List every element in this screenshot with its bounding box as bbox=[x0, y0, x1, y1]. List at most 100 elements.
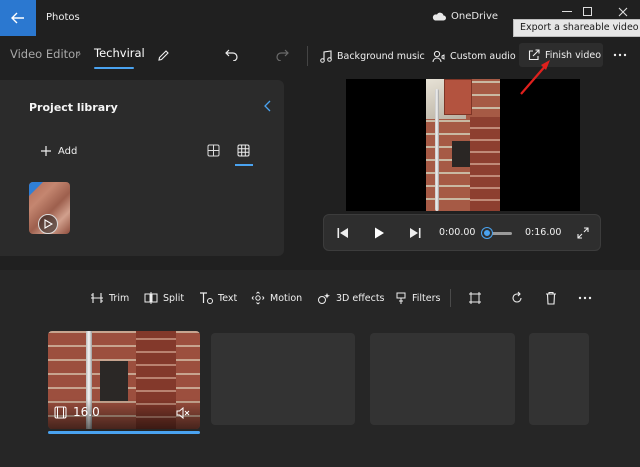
custom-audio-label: Custom audio bbox=[450, 50, 516, 62]
onedrive-label: OneDrive bbox=[451, 11, 499, 22]
storyboard-divider bbox=[450, 289, 451, 307]
speaker-muted-icon bbox=[176, 407, 190, 419]
skip-back-icon bbox=[337, 228, 348, 238]
add-text-icon bbox=[200, 292, 213, 304]
toolbar-divider bbox=[307, 46, 308, 66]
storyboard-panel: Trim Split Text Motion 3D effects Filter… bbox=[0, 270, 640, 467]
fullscreen-button[interactable] bbox=[576, 226, 590, 240]
trim-label: Trim bbox=[109, 292, 130, 304]
split-label: Split bbox=[163, 292, 185, 304]
annotation-arrow-icon bbox=[520, 60, 550, 95]
person-audio-icon bbox=[432, 50, 445, 62]
empty-clip-slot bbox=[370, 333, 515, 425]
clip-selected-indicator bbox=[48, 431, 200, 434]
project-library-panel: Project library Add bbox=[0, 80, 284, 256]
clip-duration-value: 16.0 bbox=[73, 405, 100, 419]
empty-clip-slot bbox=[211, 333, 355, 425]
split-button[interactable]: Split bbox=[144, 290, 184, 306]
undo-icon bbox=[225, 49, 238, 61]
preview-rod bbox=[435, 89, 439, 211]
sparkle-effects-icon bbox=[318, 292, 330, 304]
3d-effects-label: 3D effects bbox=[336, 292, 385, 304]
crop-button[interactable] bbox=[467, 290, 483, 306]
split-icon bbox=[144, 292, 158, 304]
rotate-icon bbox=[512, 291, 522, 303]
maximize-icon bbox=[583, 7, 592, 16]
redo-button[interactable] bbox=[273, 46, 291, 64]
clip-mute-button[interactable] bbox=[176, 407, 190, 419]
clip-hole bbox=[100, 361, 128, 401]
breadcrumb-separator: › bbox=[77, 47, 82, 60]
more-options-button[interactable] bbox=[611, 46, 629, 64]
delete-button[interactable] bbox=[543, 290, 559, 306]
library-video-thumbnail[interactable] bbox=[29, 182, 70, 234]
play-button[interactable] bbox=[372, 226, 386, 240]
more-dots-icon bbox=[613, 53, 627, 57]
music-note-icon bbox=[320, 49, 332, 63]
added-indicator bbox=[29, 182, 43, 196]
small-grid-view-button[interactable] bbox=[207, 144, 221, 158]
motion-button[interactable]: Motion bbox=[251, 290, 302, 306]
expand-icon bbox=[577, 227, 589, 239]
seek-slider-thumb[interactable] bbox=[482, 228, 492, 238]
current-time: 0:00.00 bbox=[439, 227, 476, 238]
motion-icon bbox=[251, 291, 265, 305]
rotate-button[interactable] bbox=[509, 290, 525, 306]
video-frame-icon bbox=[54, 406, 67, 418]
large-grid-view-button[interactable] bbox=[237, 144, 251, 158]
rename-button[interactable] bbox=[154, 46, 172, 64]
trim-button[interactable]: Trim bbox=[90, 290, 129, 306]
view-selected-indicator bbox=[235, 164, 253, 166]
previous-frame-button[interactable] bbox=[336, 226, 350, 240]
background-music-label: Background music bbox=[337, 50, 425, 62]
storyboard-clip[interactable]: 16.0 bbox=[48, 331, 200, 429]
playback-controls: 0:00.00 0:16.00 bbox=[323, 214, 601, 251]
empty-clip-slot bbox=[529, 333, 589, 425]
project-name-underline bbox=[94, 67, 134, 69]
arrow-left-icon bbox=[11, 12, 24, 24]
pencil-icon bbox=[157, 49, 169, 61]
motion-label: Motion bbox=[270, 292, 303, 304]
clip-duration: 16.0 bbox=[54, 405, 100, 419]
preview-brick bbox=[444, 79, 472, 115]
custom-audio-button[interactable]: Custom audio bbox=[432, 46, 516, 66]
minimize-icon bbox=[562, 11, 572, 12]
next-frame-button[interactable] bbox=[408, 226, 422, 240]
filters-button[interactable]: Filters bbox=[395, 290, 440, 306]
grid-2x2-icon bbox=[207, 144, 220, 157]
play-icon bbox=[374, 227, 384, 239]
trim-icon bbox=[91, 293, 103, 303]
project-library-title: Project library bbox=[29, 101, 118, 114]
onedrive-status[interactable]: OneDrive bbox=[432, 11, 498, 22]
preview-frame bbox=[426, 79, 500, 211]
undo-button[interactable] bbox=[223, 46, 241, 64]
more-dots-icon bbox=[578, 296, 592, 300]
chevron-left-icon bbox=[264, 100, 271, 112]
preview-column bbox=[470, 117, 500, 211]
collapse-library-button[interactable] bbox=[263, 100, 275, 114]
text-label: Text bbox=[218, 292, 238, 304]
app-title: Photos bbox=[46, 12, 80, 23]
finish-video-tooltip: Export a shareable video file bbox=[513, 19, 640, 37]
crop-icon bbox=[469, 292, 481, 304]
filter-brush-icon bbox=[396, 292, 406, 304]
text-button[interactable]: Text bbox=[199, 290, 237, 306]
close-icon bbox=[618, 7, 628, 17]
3d-effects-button[interactable]: 3D effects bbox=[317, 290, 385, 306]
background-music-button[interactable]: Background music bbox=[320, 46, 425, 66]
back-button[interactable] bbox=[0, 0, 36, 36]
trash-icon bbox=[546, 291, 556, 305]
plus-icon bbox=[41, 146, 51, 156]
play-icon bbox=[43, 219, 53, 229]
breadcrumb-video-editor[interactable]: Video Editor bbox=[10, 47, 80, 61]
video-preview[interactable] bbox=[346, 79, 580, 211]
add-label: Add bbox=[58, 145, 78, 157]
filters-label: Filters bbox=[412, 292, 441, 304]
project-name[interactable]: Techviral bbox=[94, 46, 145, 60]
storyboard-more-button[interactable] bbox=[577, 290, 593, 306]
grid-3x3-icon bbox=[237, 144, 250, 157]
redo-icon bbox=[276, 49, 289, 61]
play-overlay bbox=[38, 214, 58, 234]
add-media-button[interactable]: Add bbox=[40, 145, 77, 157]
total-time: 0:16.00 bbox=[525, 227, 562, 238]
